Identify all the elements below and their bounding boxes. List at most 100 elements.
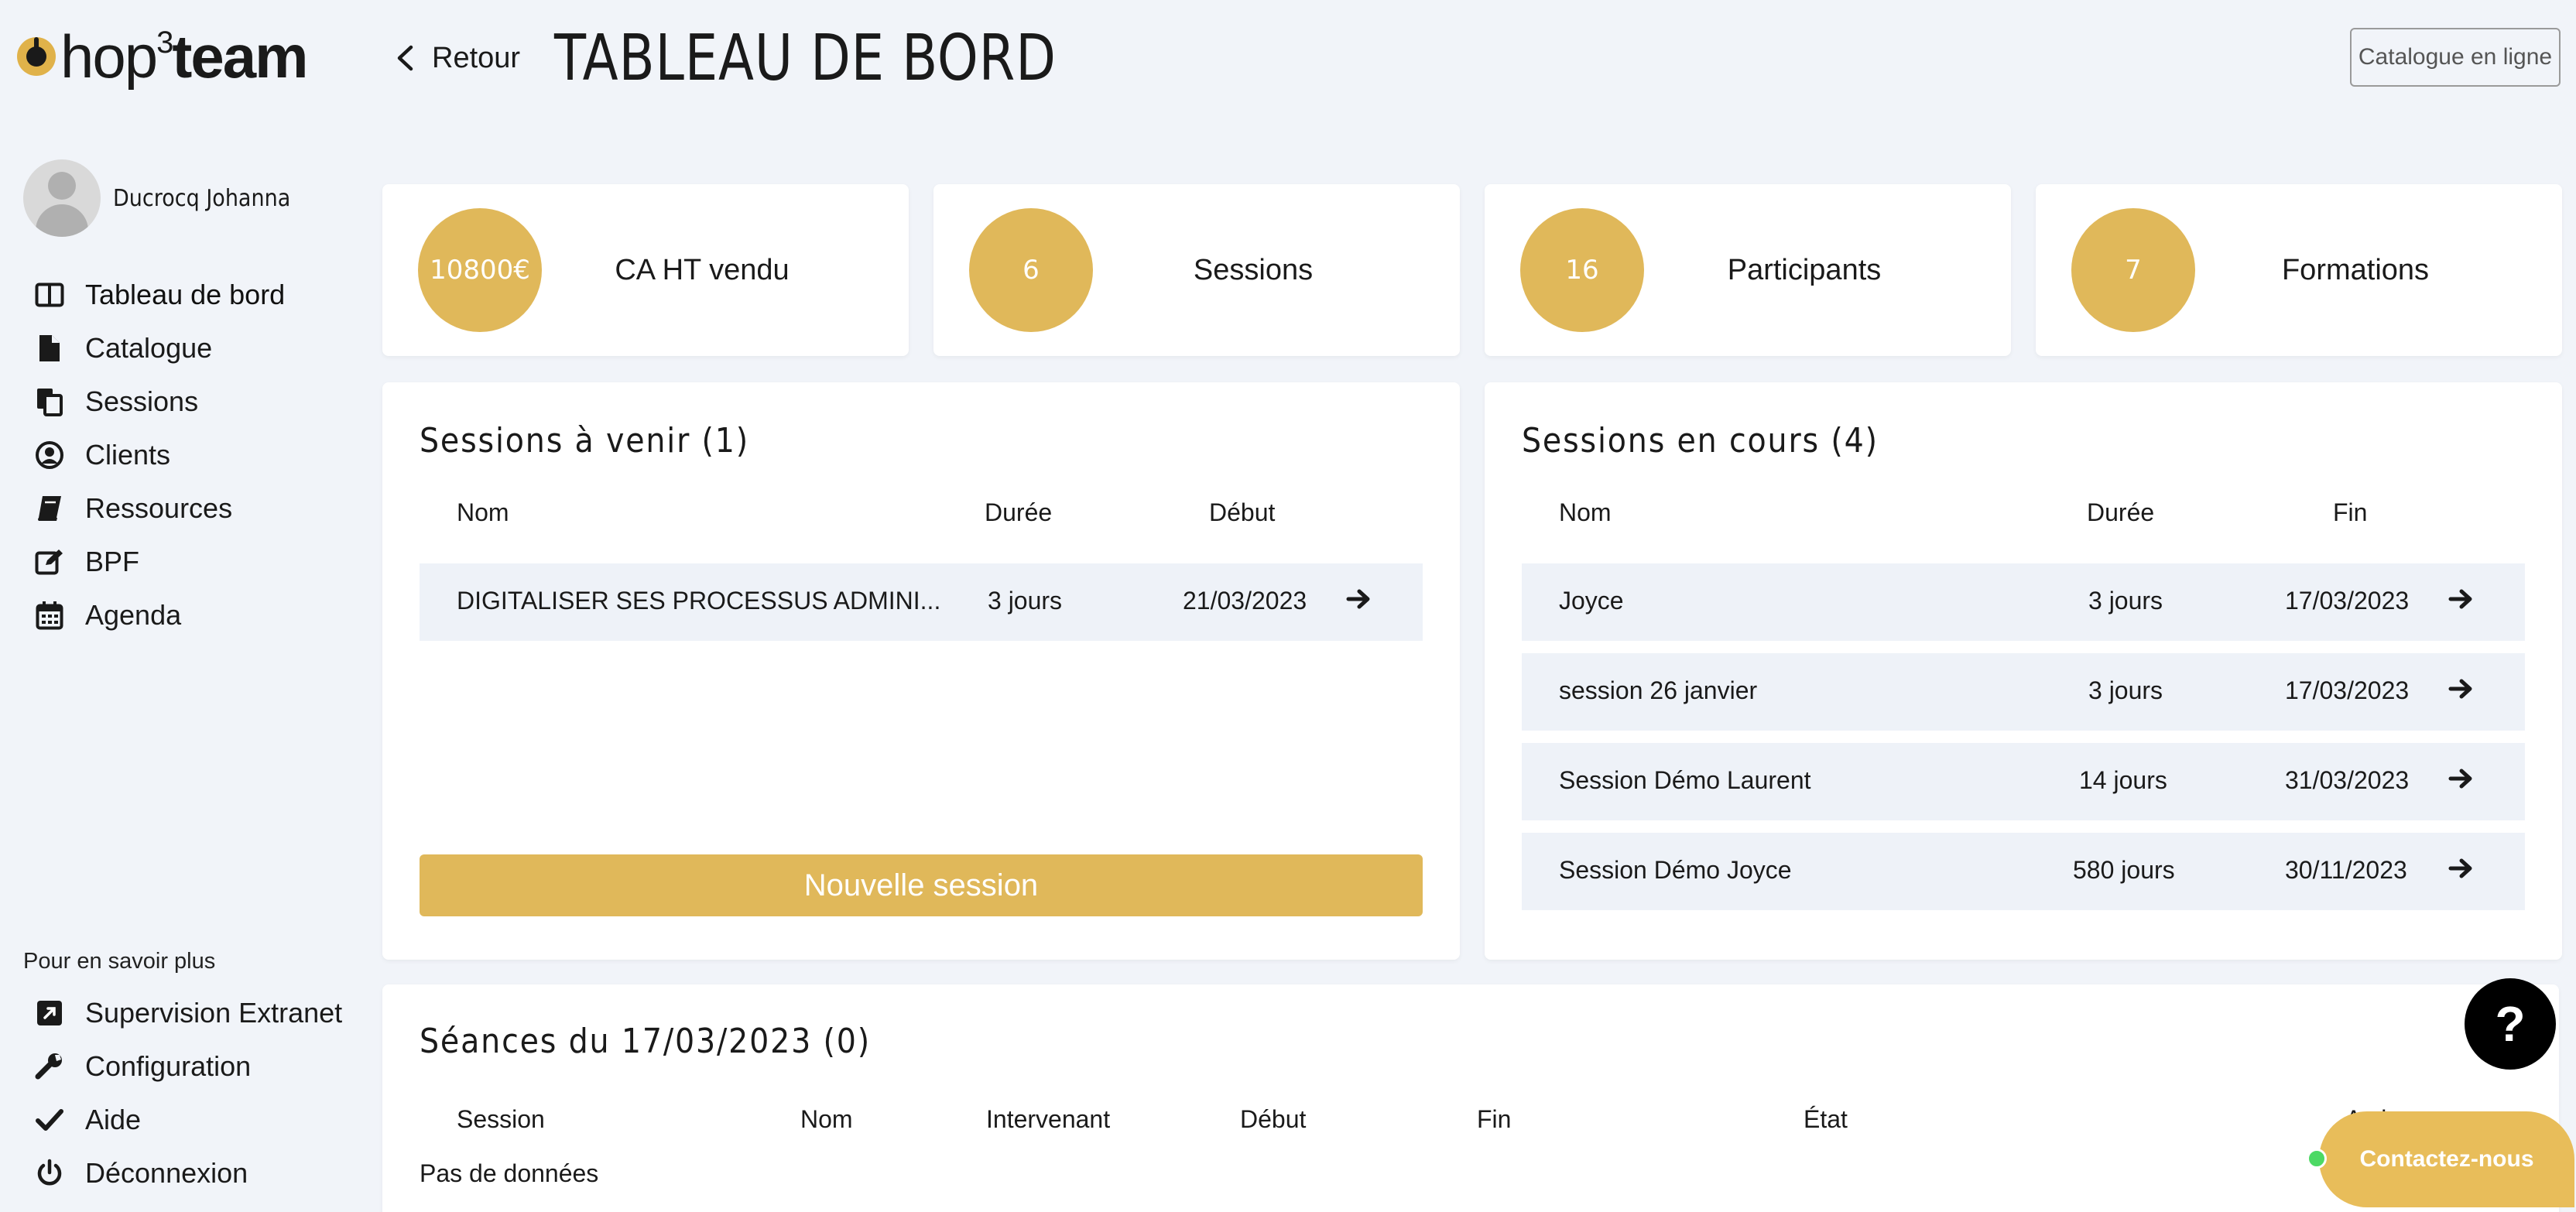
logo-text: hop3team <box>60 22 308 91</box>
panel-title: Séances du 17/03/2023 (0) <box>420 1022 871 1061</box>
sidebar-item-agenda[interactable]: Agenda <box>31 588 285 642</box>
stat-label: CA HT vendu <box>615 253 790 286</box>
sidebar-item-label: Agenda <box>85 598 182 631</box>
sidebar-item-label: Supervision Extranet <box>85 996 343 1029</box>
sidebar-more-nav: Supervision Extranet Configuration Aide … <box>31 986 342 1200</box>
session-name: session 26 janvier <box>1559 676 1758 704</box>
arrow-right-icon[interactable] <box>1345 585 1373 613</box>
sidebar-item-supervision-extranet[interactable]: Supervision Extranet <box>31 986 342 1039</box>
stat-card-formations[interactable]: 7 Formations <box>2036 184 2562 356</box>
back-label: Retour <box>432 41 521 74</box>
wrench-icon <box>31 1048 68 1085</box>
sidebar-item-configuration[interactable]: Configuration <box>31 1039 342 1093</box>
table-header: Session Nom Intervenant Début Fin État A… <box>420 1105 2509 1144</box>
upcoming-sessions-panel: Sessions à venir (1) Nom Durée Début DIG… <box>382 382 1460 960</box>
hop3team-logo[interactable]: hop3team <box>17 22 308 91</box>
check-icon <box>31 1101 68 1138</box>
sidebar-item-bpf[interactable]: BPF <box>31 535 285 588</box>
table-row[interactable]: Joyce 3 jours 17/03/2023 <box>1522 563 2525 641</box>
session-duration: 580 jours <box>2073 856 2175 884</box>
book-icon <box>31 490 68 527</box>
online-status-dot <box>2307 1149 2327 1169</box>
table-header: Nom Durée Fin <box>1522 498 2525 537</box>
sidebar-item-clients[interactable]: Clients <box>31 428 285 481</box>
column-header-nom: Nom <box>800 1105 853 1133</box>
sidebar-item-tableau-de-bord[interactable]: Tableau de bord <box>31 268 285 321</box>
stat-label: Participants <box>1727 253 1882 286</box>
table-header: Nom Durée Début <box>420 498 1423 537</box>
column-header-etat: État <box>1804 1105 1848 1133</box>
sidebar-item-catalogue[interactable]: Catalogue <box>31 321 285 375</box>
arrow-right-icon[interactable] <box>2448 675 2475 703</box>
sidebar-item-deconnexion[interactable]: Déconnexion <box>31 1146 342 1200</box>
chevron-left-icon <box>387 40 423 76</box>
session-date: 17/03/2023 <box>2285 587 2410 615</box>
user-name: Ducrocq Johanna <box>113 184 291 212</box>
sidebar-item-label: Ressources <box>85 491 233 524</box>
session-date: 17/03/2023 <box>2285 676 2410 704</box>
power-icon <box>31 1155 68 1192</box>
session-name: Session Démo Laurent <box>1559 766 1811 794</box>
back-button[interactable]: Retour <box>387 34 520 82</box>
panel-title: Sessions en cours (4) <box>1522 421 1879 460</box>
sidebar-item-label: Catalogue <box>85 331 213 364</box>
session-duration: 3 jours <box>2088 587 2163 615</box>
seances-panel: Séances du 17/03/2023 (0) Session Nom In… <box>382 984 2559 1212</box>
column-header-session: Session <box>457 1105 545 1133</box>
column-header-duree: Durée <box>985 498 1053 526</box>
session-date: 30/11/2023 <box>2285 856 2407 884</box>
sidebar-item-aide[interactable]: Aide <box>31 1093 342 1146</box>
arrow-right-icon[interactable] <box>2448 854 2475 882</box>
column-header-nom: Nom <box>1559 498 1612 526</box>
help-button[interactable]: ? <box>2465 978 2556 1070</box>
column-header-fin: Fin <box>1477 1105 1512 1133</box>
session-duration: 14 jours <box>2079 766 2167 794</box>
session-name: Session Démo Joyce <box>1559 856 1792 884</box>
column-header-fin: Fin <box>2333 498 2368 526</box>
sidebar-nav: Tableau de bord Catalogue Sessions Clien… <box>31 268 285 642</box>
column-header-intervenant: Intervenant <box>986 1105 1111 1133</box>
column-header-duree: Durée <box>2087 498 2155 526</box>
sidebar-item-label: BPF <box>85 545 140 577</box>
column-header-debut: Début <box>1209 498 1276 526</box>
user-profile[interactable]: Ducrocq Johanna <box>23 159 310 237</box>
sidebar-item-label: Sessions <box>85 385 199 417</box>
more-section-title: Pour en savoir plus <box>23 949 216 974</box>
contact-button[interactable]: Contactez-nous <box>2319 1111 2574 1207</box>
table-row[interactable]: session 26 janvier 3 jours 17/03/2023 <box>1522 653 2525 731</box>
stat-value: 6 <box>969 208 1093 332</box>
sidebar-item-label: Tableau de bord <box>85 278 286 310</box>
stat-card-participants[interactable]: 16 Participants <box>1485 184 2011 356</box>
session-name: Joyce <box>1559 587 1624 615</box>
panel-title: Sessions à venir (1) <box>420 421 750 460</box>
calendar-icon <box>31 597 68 634</box>
stat-card-ca[interactable]: 10800€ CA HT vendu <box>382 184 909 356</box>
stat-label: Sessions <box>1193 253 1314 286</box>
column-header-nom: Nom <box>457 498 509 526</box>
arrow-right-icon[interactable] <box>2448 585 2475 613</box>
session-name: DIGITALISER SES PROCESSUS ADMINI... <box>457 587 941 615</box>
edit-icon <box>31 543 68 580</box>
stat-value: 16 <box>1520 208 1644 332</box>
copy-icon <box>31 383 68 420</box>
sidebar-item-ressources[interactable]: Ressources <box>31 481 285 535</box>
sidebar-item-label: Clients <box>85 438 171 471</box>
table-row[interactable]: DIGITALISER SES PROCESSUS ADMINI... 3 jo… <box>420 563 1423 641</box>
stat-value: 7 <box>2071 208 2195 332</box>
page-title: TABLEAU DE BORD <box>554 22 1057 95</box>
stat-card-sessions[interactable]: 6 Sessions <box>933 184 1460 356</box>
arrow-right-icon[interactable] <box>2448 765 2475 793</box>
avatar <box>23 159 101 237</box>
logo-mark-icon <box>17 37 56 76</box>
table-row[interactable]: Session Démo Laurent 14 jours 31/03/2023 <box>1522 743 2525 820</box>
file-icon <box>31 330 68 367</box>
sidebar-item-sessions[interactable]: Sessions <box>31 375 285 428</box>
table-row[interactable]: Session Démo Joyce 580 jours 30/11/2023 <box>1522 833 2525 910</box>
catalogue-en-ligne-button[interactable]: Catalogue en ligne <box>2350 28 2561 87</box>
session-date: 21/03/2023 <box>1183 587 1307 615</box>
stat-label: Formations <box>2281 253 2430 286</box>
columns-icon <box>31 276 68 313</box>
new-session-button[interactable]: Nouvelle session <box>420 854 1423 916</box>
session-duration: 3 jours <box>988 587 1063 615</box>
ongoing-sessions-panel: Sessions en cours (4) Nom Durée Fin Joyc… <box>1485 382 2562 960</box>
